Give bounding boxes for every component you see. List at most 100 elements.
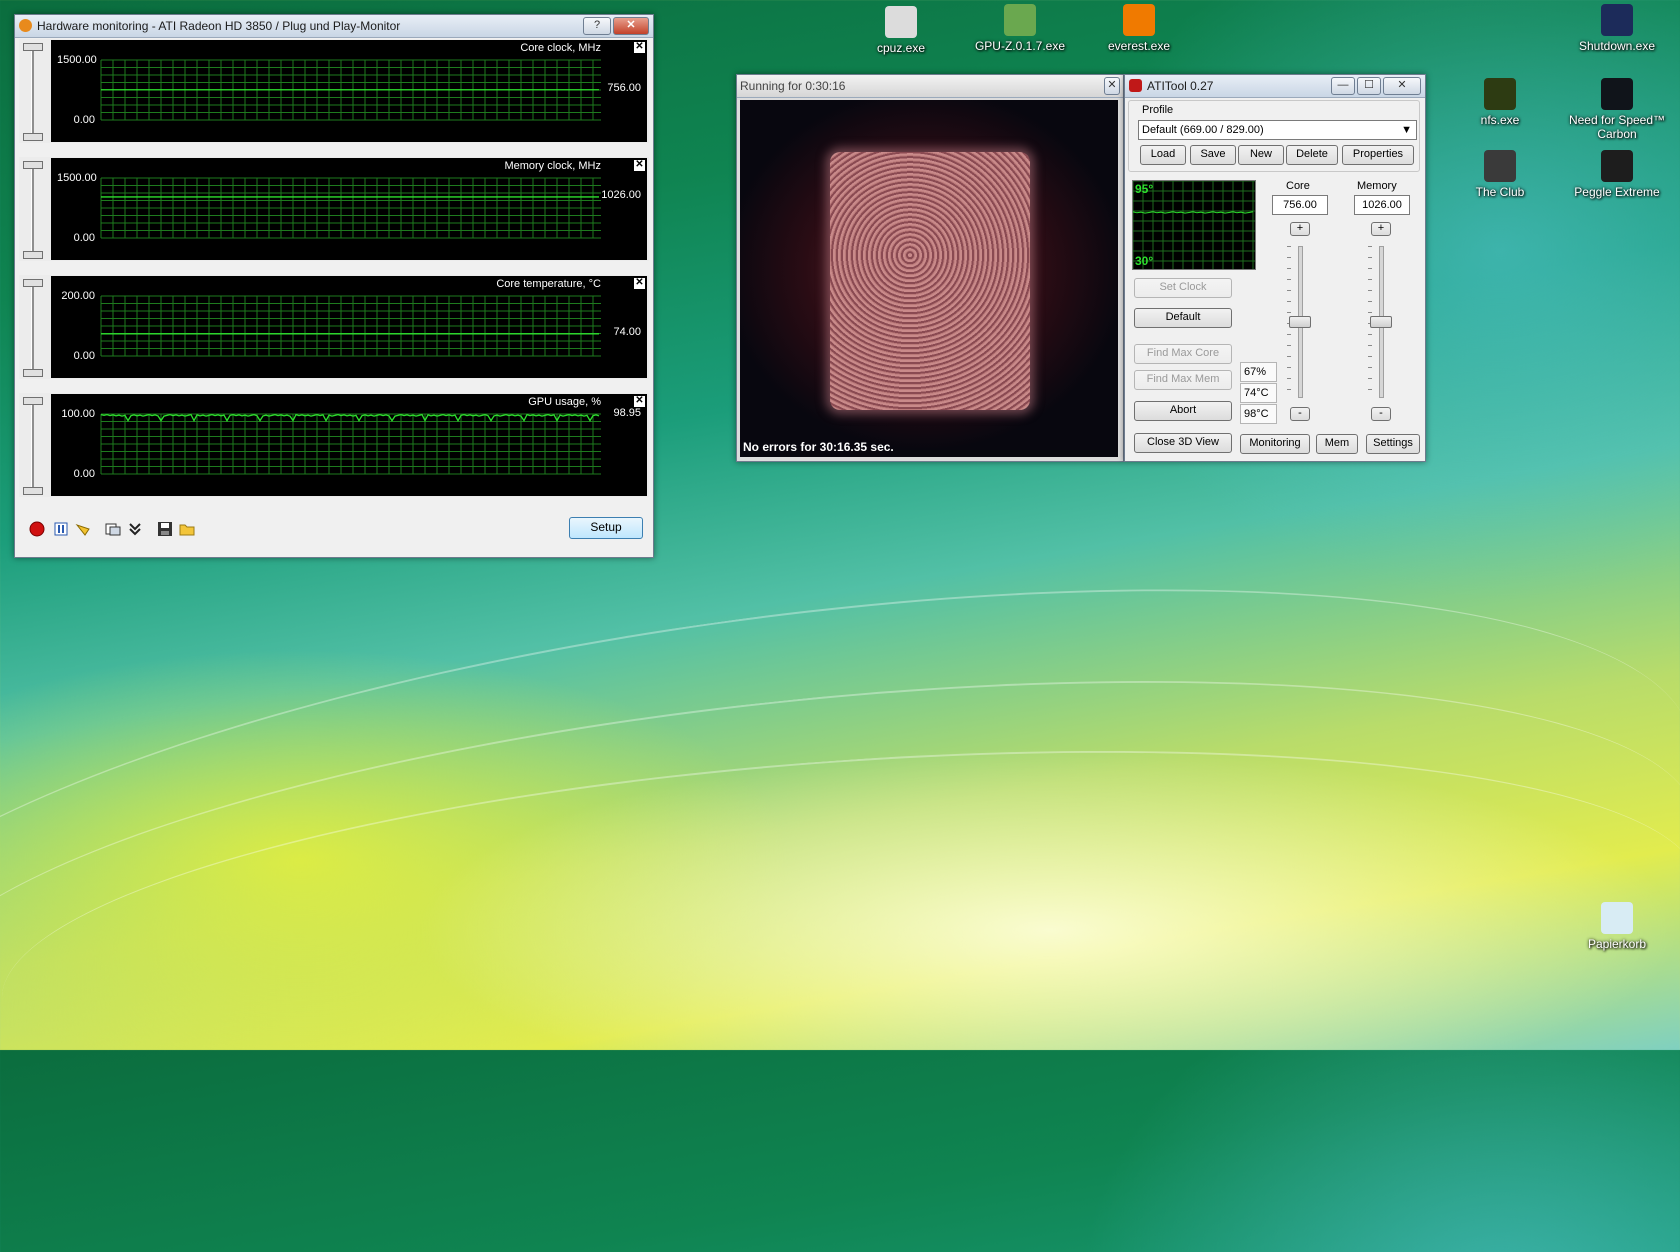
- new-button[interactable]: New: [1238, 145, 1284, 165]
- delete-button[interactable]: Delete: [1286, 145, 1338, 165]
- mem-button[interactable]: Mem: [1316, 434, 1358, 454]
- load-button[interactable]: Load: [1140, 145, 1186, 165]
- graph-close-icon[interactable]: ✕: [634, 396, 645, 407]
- slider-top-handle[interactable]: [23, 397, 43, 405]
- graph-max-label: 100.00: [61, 408, 95, 420]
- graph-close-icon[interactable]: ✕: [634, 278, 645, 289]
- nfs-icon: [1484, 78, 1516, 110]
- render-viewport: No errors for 30:16.35 sec.: [740, 100, 1118, 457]
- settings-button[interactable]: Settings: [1366, 434, 1420, 454]
- memory-clock-slider[interactable]: [1368, 246, 1392, 398]
- desktop-icon[interactable]: GPU-Z.0.1.7.exe: [965, 4, 1075, 53]
- graph-title: Core clock, MHz: [520, 42, 601, 54]
- core-clock-input[interactable]: 756.00: [1272, 195, 1328, 215]
- set-clock-button[interactable]: Set Clock: [1134, 278, 1232, 298]
- pause-icon[interactable]: [53, 521, 69, 537]
- find-max-mem-button[interactable]: Find Max Mem: [1134, 370, 1232, 390]
- monitoring-button[interactable]: Monitoring: [1240, 434, 1310, 454]
- the-club-icon: [1484, 150, 1516, 182]
- temperature-graph: 95° 30°: [1132, 180, 1256, 270]
- render-title: Running for 0:30:16: [740, 79, 846, 93]
- minimize-button[interactable]: —: [1331, 77, 1355, 95]
- folder-icon[interactable]: [179, 521, 195, 537]
- graph-max-label: 1500.00: [57, 172, 97, 184]
- desktop-icon[interactable]: Papierkorb: [1562, 902, 1672, 951]
- graph-canvas: 100.00 0.00 GPU usage, % ✕ 98.95: [51, 394, 647, 496]
- maximize-button[interactable]: ☐: [1357, 77, 1381, 95]
- render-window[interactable]: Running for 0:30:16 ✕ No errors for 30:1…: [736, 74, 1124, 462]
- core-clock-slider[interactable]: [1287, 246, 1311, 398]
- default-button[interactable]: Default: [1134, 308, 1232, 328]
- record-icon[interactable]: [29, 521, 45, 537]
- slider-bottom-handle[interactable]: [23, 251, 43, 259]
- collapse-icon[interactable]: [127, 521, 143, 537]
- core-plus-button[interactable]: +: [1290, 222, 1310, 236]
- hw-toolbar: Setup: [19, 511, 649, 545]
- save-icon[interactable]: [157, 521, 173, 537]
- graph-panel: 1500.00 0.00 Memory clock, MHz ✕ 1026.00: [19, 157, 649, 261]
- gpuz-icon: [1004, 4, 1036, 36]
- graph-current-value: 1026.00: [601, 188, 641, 201]
- graph-range-slider[interactable]: [21, 41, 43, 141]
- find-max-core-button[interactable]: Find Max Core: [1134, 344, 1232, 364]
- render-titlebar[interactable]: Running for 0:30:16 ✕: [737, 75, 1123, 98]
- hardware-monitoring-window[interactable]: Hardware monitoring - ATI Radeon HD 3850…: [14, 14, 654, 558]
- core-label: Core: [1286, 180, 1310, 192]
- graph-canvas: 200.00 0.00 Core temperature, °C ✕ 74.00: [51, 276, 647, 378]
- memory-slider-thumb[interactable]: [1370, 316, 1392, 328]
- desktop-icon[interactable]: Shutdown.exe: [1562, 4, 1672, 53]
- desktop-icon[interactable]: Need for Speed™ Carbon: [1562, 78, 1672, 141]
- desktop-icon[interactable]: nfs.exe: [1445, 78, 1555, 127]
- setup-button[interactable]: Setup: [569, 517, 643, 539]
- core-slider-thumb[interactable]: [1289, 316, 1311, 328]
- slider-track: [31, 163, 34, 255]
- abort-button[interactable]: Abort: [1134, 401, 1232, 421]
- core-temp-stat: 74°C: [1240, 383, 1277, 403]
- graph-current-value: 756.00: [607, 81, 641, 94]
- render-close-button[interactable]: ✕: [1104, 77, 1120, 95]
- desktop-icon-label: everest.exe: [1107, 39, 1171, 53]
- desktop-icon-label: Papierkorb: [1587, 937, 1647, 951]
- slider-bottom-handle[interactable]: [23, 369, 43, 377]
- graph-canvas: 1500.00 0.00 Core clock, MHz ✕ 756.00: [51, 40, 647, 142]
- graph-close-icon[interactable]: ✕: [634, 160, 645, 171]
- memory-clock-input[interactable]: 1026.00: [1354, 195, 1410, 215]
- save-button[interactable]: Save: [1190, 145, 1236, 165]
- slider-bottom-handle[interactable]: [23, 133, 43, 141]
- hw-titlebar[interactable]: Hardware monitoring - ATI Radeon HD 3850…: [15, 15, 653, 38]
- graph-range-slider[interactable]: [21, 395, 43, 495]
- slider-top-handle[interactable]: [23, 279, 43, 287]
- shutdown-icon: [1601, 4, 1633, 36]
- wallpaper-swoosh: [0, 701, 1680, 1181]
- graph-range-slider[interactable]: [21, 159, 43, 259]
- desktop-icon[interactable]: everest.exe: [1084, 4, 1194, 53]
- memory-label: Memory: [1357, 180, 1397, 192]
- graph-grid: [100, 177, 601, 239]
- help-button[interactable]: ?: [583, 17, 611, 35]
- graph-current-value: 98.95: [613, 406, 641, 419]
- properties-button[interactable]: Properties: [1342, 145, 1414, 165]
- copy-icon[interactable]: [105, 521, 121, 537]
- graph-range-slider[interactable]: [21, 277, 43, 377]
- profile-select[interactable]: Default (669.00 / 829.00) ▼: [1138, 120, 1417, 140]
- hw-title: Hardware monitoring - ATI Radeon HD 3850…: [37, 19, 401, 33]
- core-clock-value: 756.00: [1283, 199, 1317, 211]
- wand-icon[interactable]: [75, 521, 91, 537]
- atitool-title: ATITool 0.27: [1147, 79, 1214, 93]
- close-button[interactable]: ✕: [613, 17, 649, 35]
- desktop-icon[interactable]: The Club: [1445, 150, 1555, 199]
- close-3d-view-button[interactable]: Close 3D View: [1134, 433, 1232, 453]
- slider-top-handle[interactable]: [23, 43, 43, 51]
- atitool-close-button[interactable]: ✕: [1383, 77, 1421, 95]
- graph-close-icon[interactable]: ✕: [634, 42, 645, 53]
- desktop-icon[interactable]: cpuz.exe: [846, 6, 956, 55]
- memory-minus-button[interactable]: -: [1371, 407, 1391, 421]
- core-minus-button[interactable]: -: [1290, 407, 1310, 421]
- memory-plus-button[interactable]: +: [1371, 222, 1391, 236]
- graph-title: Memory clock, MHz: [504, 160, 601, 172]
- atitool-titlebar[interactable]: ATITool 0.27 — ☐ ✕: [1125, 75, 1425, 98]
- slider-track: [31, 399, 34, 491]
- desktop-icon[interactable]: Peggle Extreme: [1562, 150, 1672, 199]
- slider-bottom-handle[interactable]: [23, 487, 43, 495]
- slider-top-handle[interactable]: [23, 161, 43, 169]
